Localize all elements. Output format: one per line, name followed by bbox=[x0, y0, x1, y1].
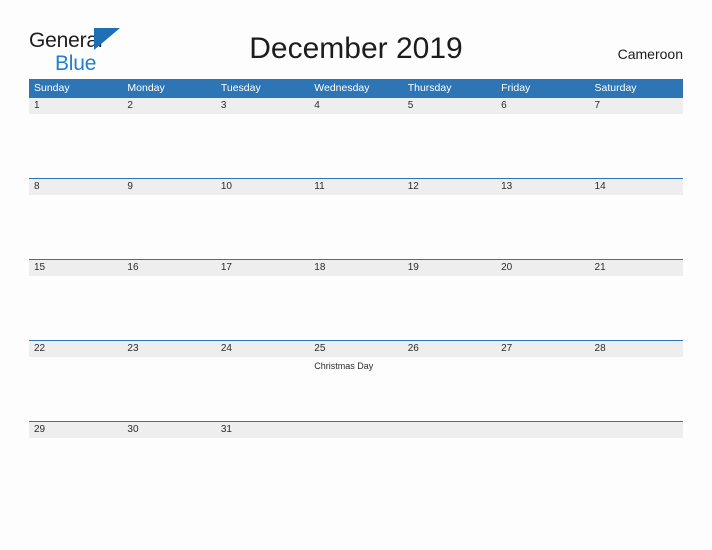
day-cell-empty bbox=[403, 422, 496, 502]
day-number: 23 bbox=[127, 343, 139, 354]
weekday-header-tuesday: Tuesday bbox=[220, 82, 261, 94]
day-number: 15 bbox=[34, 262, 46, 273]
day-number: 6 bbox=[501, 100, 507, 111]
day-cell[interactable]: 9 bbox=[122, 179, 215, 259]
day-number: 24 bbox=[220, 343, 232, 354]
day-event: Christmas Day bbox=[314, 361, 374, 371]
day-cell[interactable]: 6 bbox=[496, 98, 589, 178]
day-cell[interactable]: 13 bbox=[496, 179, 589, 259]
country-label: Cameroon bbox=[617, 46, 683, 62]
day-cell[interactable]: 28 bbox=[590, 341, 683, 421]
day-cell[interactable]: 25 Christmas Day bbox=[309, 341, 402, 421]
day-number: 26 bbox=[407, 343, 419, 354]
day-cell[interactable]: 7 bbox=[590, 98, 683, 178]
day-number: 30 bbox=[127, 424, 139, 435]
day-cell[interactable]: 5 bbox=[403, 98, 496, 178]
day-cell[interactable]: 19 bbox=[403, 260, 496, 340]
day-cell[interactable]: 8 bbox=[29, 179, 122, 259]
day-number: 27 bbox=[501, 343, 513, 354]
calendar-grid: Sunday Monday Tuesday Wednesday Thursday… bbox=[29, 79, 683, 502]
day-number: 17 bbox=[220, 262, 232, 273]
day-number: 4 bbox=[314, 100, 320, 111]
day-cell[interactable]: 26 bbox=[403, 341, 496, 421]
day-cell[interactable]: 2 bbox=[122, 98, 215, 178]
week-row: 22 23 24 25 Christmas Day 26 27 28 bbox=[29, 340, 683, 421]
day-number: 19 bbox=[407, 262, 419, 273]
weekday-header-saturday: Saturday bbox=[594, 82, 637, 94]
day-cell[interactable]: 31 bbox=[216, 422, 309, 502]
day-number: 10 bbox=[220, 181, 232, 192]
day-number: 14 bbox=[594, 181, 606, 192]
weekday-header-friday: Friday bbox=[501, 82, 531, 94]
day-cell[interactable]: 20 bbox=[496, 260, 589, 340]
day-number: 8 bbox=[34, 181, 40, 192]
weekday-header-row: Sunday Monday Tuesday Wednesday Thursday… bbox=[29, 79, 683, 97]
day-cell[interactable]: 16 bbox=[122, 260, 215, 340]
day-number: 22 bbox=[34, 343, 46, 354]
weekday-header-monday: Monday bbox=[127, 82, 165, 94]
day-cell[interactable]: 14 bbox=[590, 179, 683, 259]
day-number: 2 bbox=[127, 100, 133, 111]
day-number: 13 bbox=[501, 181, 513, 192]
day-cell[interactable]: 12 bbox=[403, 179, 496, 259]
weekday-header-thursday: Thursday bbox=[407, 82, 452, 94]
week-row: 15 16 17 18 19 20 21 bbox=[29, 259, 683, 340]
weekday-header-sunday: Sunday bbox=[34, 82, 70, 94]
day-cell[interactable]: 23 bbox=[122, 341, 215, 421]
day-cell[interactable]: 24 bbox=[216, 341, 309, 421]
day-cell[interactable]: 27 bbox=[496, 341, 589, 421]
day-cell[interactable]: 3 bbox=[216, 98, 309, 178]
day-number: 16 bbox=[127, 262, 139, 273]
day-number: 18 bbox=[314, 262, 326, 273]
day-cell[interactable]: 18 bbox=[309, 260, 402, 340]
day-cell[interactable]: 22 bbox=[29, 341, 122, 421]
day-number: 12 bbox=[407, 181, 419, 192]
weekday-header-wednesday: Wednesday bbox=[314, 82, 370, 94]
day-number: 28 bbox=[594, 343, 606, 354]
day-number: 29 bbox=[34, 424, 46, 435]
day-cell[interactable]: 1 bbox=[29, 98, 122, 178]
day-cell[interactable]: 15 bbox=[29, 260, 122, 340]
week-row: 8 9 10 11 12 13 14 bbox=[29, 178, 683, 259]
day-number: 25 bbox=[314, 343, 326, 354]
day-number: 7 bbox=[594, 100, 601, 111]
day-number: 3 bbox=[220, 100, 227, 111]
day-number: 31 bbox=[220, 424, 232, 435]
day-cell[interactable]: 4 bbox=[309, 98, 402, 178]
day-cell-empty bbox=[496, 422, 589, 502]
page-header: General Blue December 2019 Cameroon bbox=[0, 0, 712, 79]
day-cell[interactable]: 11 bbox=[309, 179, 402, 259]
day-number: 20 bbox=[501, 262, 513, 273]
day-number: 21 bbox=[594, 262, 606, 273]
day-cell[interactable]: 10 bbox=[216, 179, 309, 259]
day-cell[interactable]: 29 bbox=[29, 422, 122, 502]
page-title: December 2019 bbox=[249, 32, 463, 65]
day-number: 9 bbox=[127, 181, 133, 192]
week-row: 1 2 3 4 5 6 7 bbox=[29, 97, 683, 178]
day-cell-empty bbox=[590, 422, 683, 502]
day-cell[interactable]: 17 bbox=[216, 260, 309, 340]
day-cell[interactable]: 30 bbox=[122, 422, 215, 502]
week-row: 29 30 31 bbox=[29, 421, 683, 502]
day-cell[interactable]: 21 bbox=[590, 260, 683, 340]
day-number: 1 bbox=[34, 100, 40, 111]
day-cell-empty bbox=[309, 422, 402, 502]
day-number: 11 bbox=[314, 181, 325, 192]
day-number: 5 bbox=[407, 100, 414, 111]
